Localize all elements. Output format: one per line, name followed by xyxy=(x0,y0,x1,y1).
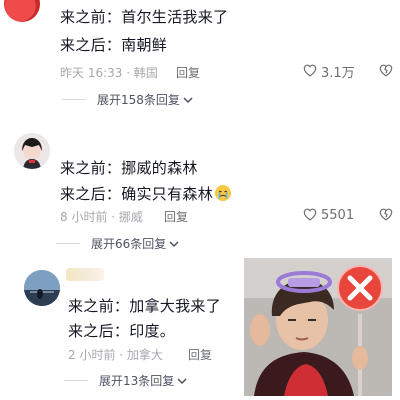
comment-line-before: 来之前：首尔生活我来了 xyxy=(60,8,229,26)
avatar[interactable] xyxy=(14,133,50,169)
expand-replies-button[interactable]: 展开158条回复 xyxy=(62,91,193,108)
comment-line-after-text: 来之后：确实只有森林 xyxy=(60,185,214,203)
like-count: 5501 xyxy=(321,208,355,223)
like-button[interactable]: 3.1万 xyxy=(302,62,355,81)
divider xyxy=(62,99,86,100)
chevron-down-icon xyxy=(177,374,187,388)
avatar[interactable] xyxy=(24,270,60,306)
blurred-username xyxy=(66,268,104,281)
divider xyxy=(64,380,88,381)
comment-time-location: 2 小时前 · 加拿大 xyxy=(68,348,163,362)
avatar[interactable] xyxy=(4,0,40,22)
comment-line-after: 来之后：南朝鲜 xyxy=(60,36,168,54)
comment-time-location: 8 小时前 · 挪威 xyxy=(60,210,143,224)
expand-replies-label: 展开13条回复 xyxy=(99,374,175,388)
dislike-heart-icon[interactable] xyxy=(378,62,394,81)
reply-button[interactable]: 回复 xyxy=(176,64,200,81)
expand-replies-button[interactable]: 展开66条回复 xyxy=(56,235,179,252)
chevron-down-icon xyxy=(169,237,179,251)
dislike-heart-icon[interactable] xyxy=(378,206,394,225)
reply-button[interactable]: 回复 xyxy=(164,208,188,225)
reply-button[interactable]: 回复 xyxy=(188,346,212,363)
expand-replies-label: 展开158条回复 xyxy=(97,93,180,107)
expand-replies-button[interactable]: 展开13条回复 xyxy=(64,372,187,389)
like-count: 3.1万 xyxy=(321,66,355,81)
expand-replies-label: 展开66条回复 xyxy=(91,237,167,251)
comment-line-before: 来之前：挪威的森林 xyxy=(60,159,198,177)
comment-time-location: 昨天 16:33 · 韩国 xyxy=(60,66,158,80)
comment-line-after: 来之后：印度。 xyxy=(68,322,176,340)
heart-icon xyxy=(302,62,318,81)
chevron-down-icon xyxy=(183,93,193,107)
x-circle-icon xyxy=(336,264,384,316)
comment-line-after: 来之后：确实只有森林 xyxy=(60,182,232,206)
cry-emoji-icon xyxy=(215,185,232,201)
heart-icon xyxy=(302,206,318,225)
comment-line-before: 来之前：加拿大我来了 xyxy=(68,297,222,315)
meme-photo xyxy=(244,258,392,396)
like-button[interactable]: 5501 xyxy=(302,206,354,225)
divider xyxy=(56,243,80,244)
